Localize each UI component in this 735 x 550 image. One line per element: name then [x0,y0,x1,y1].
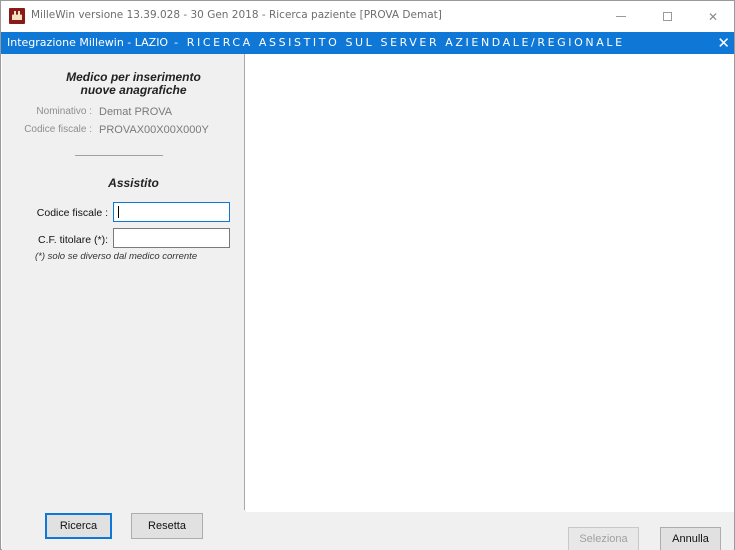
app-castle-icon[interactable] [9,8,25,24]
header-subtitle: - RICERCA ASSISTITO SUL SERVER AZIENDALE… [174,36,625,49]
maximize-button[interactable] [644,1,690,32]
medico-cf-value: PROVAX00X00X000Y [99,124,209,136]
section-divider [75,155,163,156]
cf-titolare-label: C.F. titolare (*): [37,234,108,246]
title-bar[interactable]: MilleWin versione 13.39.028 - 30 Gen 201… [1,1,734,32]
resetta-button[interactable]: Resetta [131,513,203,539]
maximize-icon [662,12,672,21]
minimize-button[interactable] [598,1,644,32]
text-caret [118,206,119,218]
header-app-name: Integrazione Millewin - LAZIO [7,36,169,49]
minimize-icon [616,16,626,17]
ricerca-button[interactable]: Ricerca [45,513,112,539]
window-title: MilleWin versione 13.39.028 - 30 Gen 201… [31,9,442,21]
seleziona-button[interactable]: Seleziona [568,527,639,550]
header-close-icon[interactable]: ✕ [717,33,730,53]
annulla-button[interactable]: Annulla [660,527,721,550]
results-panel[interactable] [246,54,734,512]
codice-fiscale-input[interactable] [113,202,230,222]
medico-cf-label: Codice fiscale : [24,124,92,135]
blue-header: Integrazione Millewin - LAZIO - RICERCA A… [1,32,734,54]
header-title: Integrazione Millewin - LAZIO - RICERCA A… [7,36,625,49]
medico-title-line2: nuove anagrafiche [80,83,187,97]
close-icon: ✕ [707,9,719,24]
left-button-bar [2,510,246,550]
medico-section-title: Medico per inserimento nuove anagrafiche [22,71,245,97]
titolare-hint: (*) solo se diverso dal medico corrente [35,251,198,262]
cf-titolare-input[interactable] [113,228,230,248]
nominativo-label: Nominativo : [36,106,92,117]
assistito-section-title: Assistito [108,176,159,190]
app-window: MilleWin versione 13.39.028 - 30 Gen 201… [0,0,735,550]
search-panel: Medico per inserimento nuove anagrafiche… [2,54,245,510]
nominativo-value: Demat PROVA [99,106,173,118]
codice-fiscale-label: Codice fiscale : [36,207,108,219]
window-close-button[interactable]: ✕ [690,1,735,32]
